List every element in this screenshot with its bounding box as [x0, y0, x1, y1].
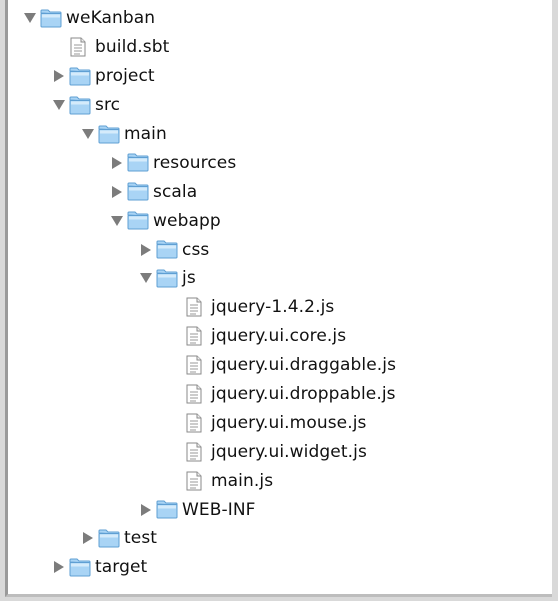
folder-icon — [40, 8, 62, 28]
file-icon — [185, 326, 207, 346]
tree-item-label: build.sbt — [95, 37, 170, 58]
file-icon — [185, 355, 207, 375]
disclosure-expanded-icon[interactable] — [80, 126, 96, 142]
file-row-jquery-ui-widget-js[interactable]: jquery.ui.widget.js — [8, 437, 552, 466]
tree-item-label: webapp — [153, 210, 221, 231]
disclosure-collapsed-icon[interactable] — [51, 68, 67, 84]
file-icon — [185, 442, 207, 462]
disclosure-expanded-icon[interactable] — [138, 270, 154, 286]
folder-row-css[interactable]: css — [8, 235, 552, 264]
folder-row-target[interactable]: target — [8, 553, 552, 582]
tree-item-label: jquery.ui.widget.js — [211, 441, 367, 462]
tree-item-label: jquery.ui.draggable.js — [211, 355, 397, 376]
folder-icon — [69, 557, 91, 577]
disclosure-expanded-icon[interactable] — [22, 10, 38, 26]
tree-item-label: target — [95, 557, 148, 578]
file-tree-panel: weKanban build.sbt project src main resources… — [5, 0, 552, 597]
file-row-jquery-ui-core-js[interactable]: jquery.ui.core.js — [8, 322, 552, 351]
file-row-jquery-ui-droppable-js[interactable]: jquery.ui.droppable.js — [8, 380, 552, 409]
file-icon — [185, 471, 207, 491]
folder-icon — [156, 500, 178, 520]
file-icon — [185, 297, 207, 317]
file-row-build-sbt[interactable]: build.sbt — [8, 33, 552, 62]
folder-icon — [127, 211, 149, 231]
tree-item-label: jquery.ui.mouse.js — [211, 412, 367, 433]
folder-row-web-inf[interactable]: WEB-INF — [8, 495, 552, 524]
tree-item-label: weKanban — [66, 8, 156, 29]
tree-item-label: project — [95, 66, 155, 87]
tree-item-label: main — [124, 124, 167, 144]
disclosure-expanded-icon[interactable] — [109, 213, 125, 229]
folder-row-js[interactable]: js — [8, 264, 552, 293]
disclosure-expanded-icon[interactable] — [51, 97, 67, 113]
folder-icon — [156, 240, 178, 260]
disclosure-collapsed-icon[interactable] — [109, 184, 125, 200]
disclosure-collapsed-icon[interactable] — [138, 242, 154, 258]
tree-item-label: js — [182, 268, 196, 289]
tree-item-label: jquery.ui.core.js — [211, 326, 347, 347]
folder-row-main[interactable]: main — [8, 120, 552, 149]
file-tree: weKanban build.sbt project src main resources… — [8, 4, 552, 582]
file-row-jquery-1-4-2-js[interactable]: jquery-1.4.2.js — [8, 293, 552, 322]
file-icon — [185, 413, 207, 433]
folder-row-webapp[interactable]: webapp — [8, 206, 552, 235]
tree-item-label: css — [182, 239, 210, 260]
tree-item-label: jquery.ui.droppable.js — [211, 384, 396, 405]
tree-item-label: WEB-INF — [182, 499, 256, 520]
disclosure-collapsed-icon[interactable] — [138, 502, 154, 518]
file-row-main-js[interactable]: main.js — [8, 466, 552, 495]
folder-row-scala[interactable]: scala — [8, 177, 552, 206]
file-row-jquery-ui-draggable-js[interactable]: jquery.ui.draggable.js — [8, 351, 552, 380]
tree-item-label: scala — [153, 181, 198, 202]
tree-item-label: jquery-1.4.2.js — [211, 297, 335, 318]
file-icon — [185, 384, 207, 404]
disclosure-collapsed-icon[interactable] — [51, 559, 67, 575]
folder-icon — [127, 153, 149, 173]
file-icon — [69, 37, 91, 57]
tree-item-label: main.js — [211, 470, 274, 491]
folder-icon — [69, 66, 91, 86]
folder-icon — [98, 528, 120, 548]
folder-row-wekanban[interactable]: weKanban — [8, 4, 552, 33]
folder-icon — [98, 124, 120, 144]
file-row-jquery-ui-mouse-js[interactable]: jquery.ui.mouse.js — [8, 408, 552, 437]
disclosure-collapsed-icon[interactable] — [109, 155, 125, 171]
tree-item-label: src — [95, 95, 121, 116]
tree-item-label: test — [124, 528, 158, 549]
folder-row-test[interactable]: test — [8, 524, 552, 553]
folder-icon — [156, 268, 178, 288]
folder-row-src[interactable]: src — [8, 91, 552, 120]
folder-icon — [127, 182, 149, 202]
disclosure-collapsed-icon[interactable] — [80, 530, 96, 546]
folder-icon — [69, 95, 91, 115]
tree-item-label: resources — [153, 152, 237, 173]
folder-row-resources[interactable]: resources — [8, 148, 552, 177]
folder-row-project[interactable]: project — [8, 62, 552, 91]
